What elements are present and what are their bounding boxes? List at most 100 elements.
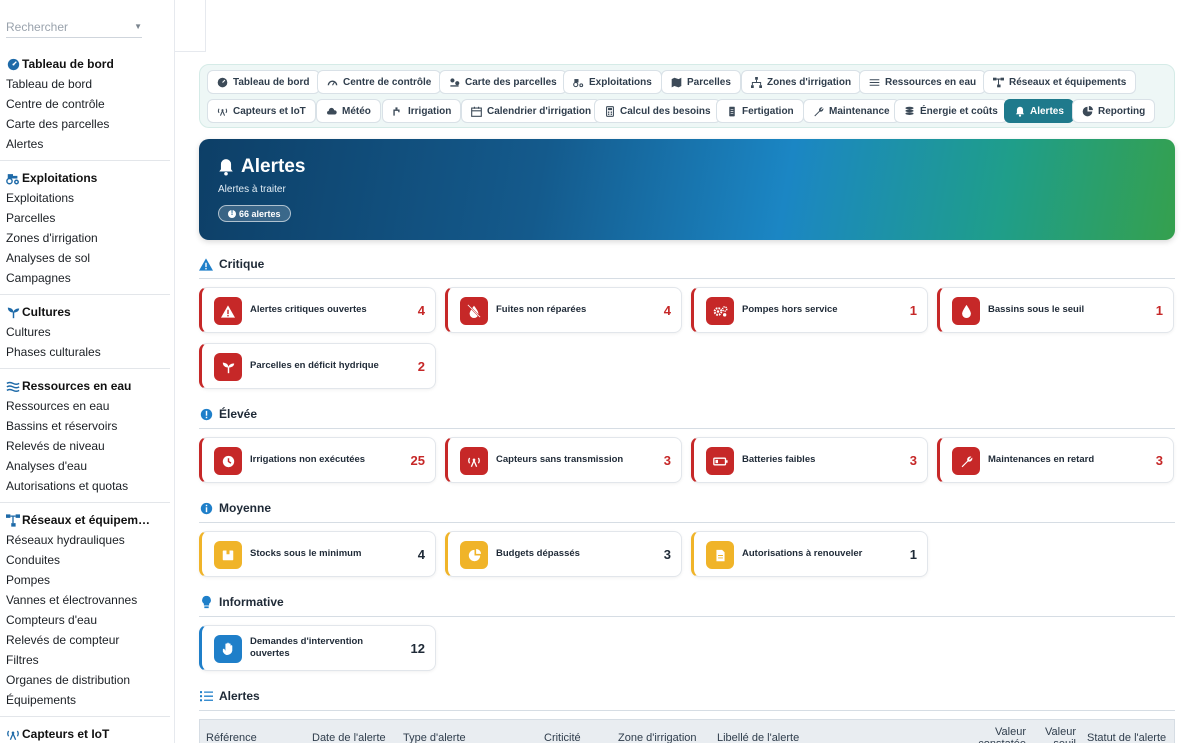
tab-calendrier-irrigation[interactable]: Calendrier d'irrigation: [461, 99, 602, 123]
water-icon: [869, 77, 880, 88]
sidebar-item-releves-de-niveau[interactable]: Relevés de niveau: [0, 436, 174, 456]
sidebar-item-carte-des-parcelles[interactable]: Carte des parcelles: [0, 114, 174, 134]
column-header[interactable]: Référence: [206, 732, 257, 743]
sidebar-item-reseaux-hydrauliques[interactable]: Réseaux hydrauliques: [0, 530, 174, 550]
sidebar-divider: [0, 502, 170, 503]
column-header[interactable]: Zone d'irrigation: [618, 732, 697, 743]
kpi-label: Demandes d'intervention ouvertes: [250, 636, 364, 659]
sidebar-item-parcelles[interactable]: Parcelles: [0, 208, 174, 228]
kpi-card[interactable]: Demandes d'intervention ouvertes 12: [199, 625, 436, 671]
sidebar-item-alertes[interactable]: Alertes: [0, 134, 174, 154]
sidebar-section-title[interactable]: Capteurs et IoT: [0, 724, 174, 743]
tab-carte-des-parcelles[interactable]: Carte des parcelles: [439, 70, 567, 94]
tab-irrigation[interactable]: Irrigation: [382, 99, 462, 123]
sidebar-section-title[interactable]: Exploitations: [0, 168, 174, 188]
sidebar-item-analyses-eau[interactable]: Analyses d'eau: [0, 456, 174, 476]
sidebar-item-phases-culturales[interactable]: Phases culturales: [0, 342, 174, 362]
sidebar-item-compteurs[interactable]: Compteurs d'eau: [0, 610, 174, 630]
lightbulb-icon: [199, 595, 213, 609]
sidebar-divider: [0, 294, 170, 295]
tab-parcelles[interactable]: Parcelles: [661, 70, 741, 94]
tab-ressources-en-eau[interactable]: Ressources en eau: [859, 70, 987, 94]
tab-capteurs-iot[interactable]: Capteurs et IoT: [207, 99, 316, 123]
sidebar-item-campagnes[interactable]: Campagnes: [0, 268, 174, 288]
tab-centre-de-controle[interactable]: Centre de contrôle: [317, 70, 442, 94]
sidebar-section-title[interactable]: Réseaux et équipem…: [0, 510, 174, 530]
bell-icon: [1014, 106, 1025, 117]
tab-alertes[interactable]: Alertes: [1004, 99, 1074, 123]
tab-maintenance[interactable]: Maintenance: [803, 99, 900, 123]
section-moyenne: Moyenne: [199, 498, 1175, 518]
sidebar-item-releves-compteur[interactable]: Relevés de compteur: [0, 630, 174, 650]
section-critique: Critique: [199, 254, 1175, 274]
sidebar-search[interactable]: Rechercher ▼: [6, 16, 142, 38]
kpi-card[interactable]: Bassins sous le seuil 1: [937, 287, 1174, 333]
kpi-card[interactable]: Stocks sous le minimum 4: [199, 531, 436, 577]
column-header[interactable]: Valeur seuil: [1038, 726, 1076, 743]
sidebar-item-exploitations[interactable]: Exploitations: [0, 188, 174, 208]
sidebar-item-pompes[interactable]: Pompes: [0, 570, 174, 590]
tab-fertigation[interactable]: Fertigation: [716, 99, 804, 123]
sidebar-section-title[interactable]: Ressources en eau: [0, 376, 174, 396]
info-circle-icon: [199, 407, 213, 421]
kpi-value: 1: [909, 302, 917, 318]
sidebar-item-analyses-de-sol[interactable]: Analyses de sol: [0, 248, 174, 268]
sidebar-item-autorisations-quotas[interactable]: Autorisations et quotas: [0, 476, 174, 496]
column-header[interactable]: Type d'alerte: [403, 732, 466, 743]
calculator-icon: [604, 105, 615, 117]
bell-icon: [219, 159, 233, 176]
tab-energie-couts[interactable]: Énergie et coûts: [894, 99, 1008, 123]
tab-exploitations[interactable]: Exploitations: [563, 70, 662, 94]
sidebar-item-ressources-en-eau[interactable]: Ressources en eau: [0, 396, 174, 416]
sidebar-item-cultures[interactable]: Cultures: [0, 322, 174, 342]
kpi-card[interactable]: Irrigations non exécutées 25: [199, 437, 436, 483]
column-header[interactable]: Date de l'alerte: [312, 732, 386, 743]
kpi-card[interactable]: Pompes hors service 1: [691, 287, 928, 333]
kpi-card[interactable]: Capteurs sans transmission 3: [445, 437, 682, 483]
kpi-card[interactable]: Maintenances en retard 3: [937, 437, 1174, 483]
sidebar-item-bassins-reservoirs[interactable]: Bassins et réservoirs: [0, 416, 174, 436]
sidebar-item-zones-irrigation[interactable]: Zones d'irrigation: [0, 228, 174, 248]
sidebar-section-tableau-de-bord: Tableau de bord Tableau de bord Centre d…: [0, 54, 174, 154]
section-divider: [199, 616, 1175, 617]
chevron-down-icon[interactable]: ▼: [134, 22, 142, 31]
kpi-card[interactable]: Fuites non réparées 4: [445, 287, 682, 333]
column-header[interactable]: Criticité: [544, 732, 581, 743]
wrench-icon: [813, 106, 824, 117]
tab-reseaux-equipements[interactable]: Réseaux et équipements: [983, 70, 1137, 94]
column-header[interactable]: Libellé de l'alerte: [717, 732, 799, 743]
tab-tableau-de-bord[interactable]: Tableau de bord: [207, 70, 320, 94]
sidebar-item-conduites[interactable]: Conduites: [0, 550, 174, 570]
kpi-card[interactable]: Budgets dépassés 3: [445, 531, 682, 577]
alerts-table-header: Référence Date de l'alerte Type d'alerte…: [199, 719, 1175, 743]
sidebar-item-centre-de-controle[interactable]: Centre de contrôle: [0, 94, 174, 114]
kpi-card[interactable]: Autorisations à renouveler 1: [691, 531, 928, 577]
sidebar-divider: [0, 160, 170, 161]
gauge-icon: [217, 77, 228, 88]
kpi-card[interactable]: Alertes critiques ouvertes 4: [199, 287, 436, 333]
module-tabs: Tableau de bord Centre de contrôle Carte…: [199, 64, 1175, 128]
antenna-icon: [6, 727, 20, 741]
column-header[interactable]: Statut de l'alerte: [1087, 732, 1166, 743]
tab-zones-irrigation[interactable]: Zones d'irrigation: [741, 70, 862, 94]
kpi-label: Stocks sous le minimum: [250, 548, 362, 559]
column-header[interactable]: Valeur constatée: [966, 726, 1026, 743]
sidebar-item-organes-distribution[interactable]: Organes de distribution: [0, 670, 174, 690]
tab-meteo[interactable]: Météo: [316, 99, 381, 123]
tab-reporting[interactable]: Reporting: [1072, 99, 1156, 123]
kpi-label: Budgets dépassés: [496, 548, 580, 559]
sidebar-item-filtres[interactable]: Filtres: [0, 650, 174, 670]
sidebar-item-equipements[interactable]: Équipements: [0, 690, 174, 710]
clock-icon: [214, 447, 242, 475]
kpi-value: 4: [663, 302, 671, 318]
kpi-card[interactable]: Parcelles en déficit hydrique 2: [199, 343, 436, 389]
network-icon: [6, 513, 20, 527]
kpi-value: 1: [1155, 302, 1163, 318]
tab-calcul-des-besoins[interactable]: Calcul des besoins: [594, 99, 721, 123]
sidebar-item-vannes[interactable]: Vannes et électrovannes: [0, 590, 174, 610]
sidebar-item-tableau-de-bord[interactable]: Tableau de bord: [0, 74, 174, 94]
sidebar-section-title[interactable]: Tableau de bord: [0, 54, 174, 74]
sidebar-section-title[interactable]: Cultures: [0, 302, 174, 322]
kpi-card[interactable]: Batteries faibles 3: [691, 437, 928, 483]
sidebar-section-capteurs: Capteurs et IoT: [0, 724, 174, 743]
